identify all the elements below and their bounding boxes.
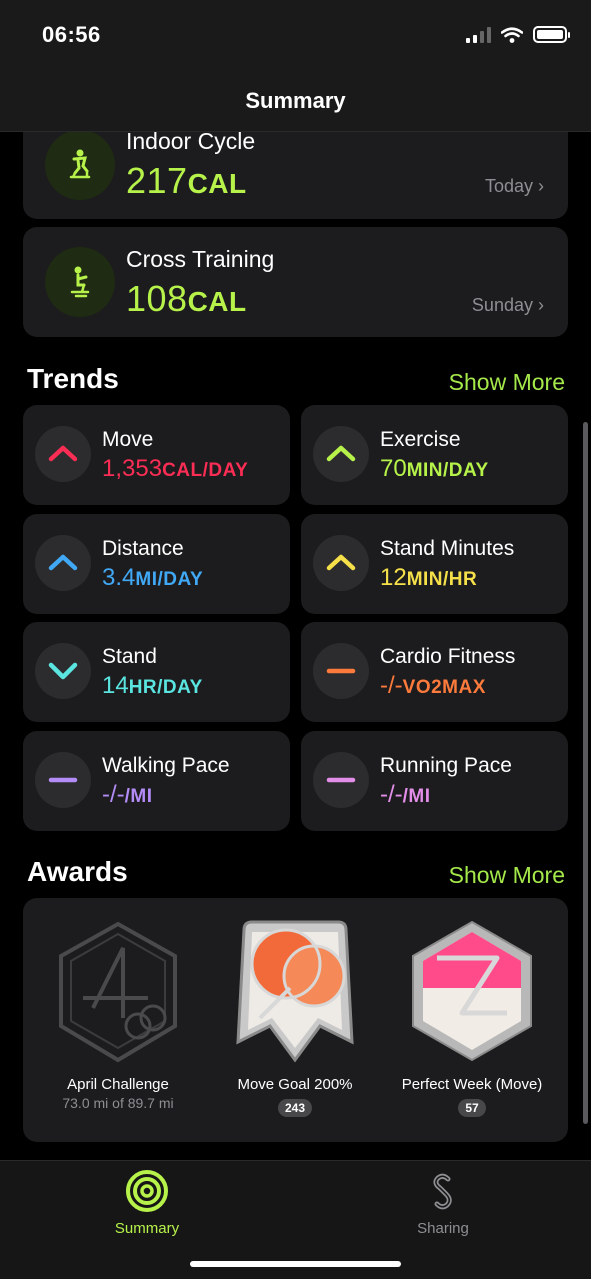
workout-calories-value: 108 — [126, 278, 188, 319]
trend-name: Exercise — [380, 428, 461, 451]
trend-value: 70MIN/DAY — [380, 455, 489, 483]
trend-name: Cardio Fitness — [380, 645, 516, 668]
workout-date: Sunday › — [472, 295, 544, 316]
summary-rings-icon — [126, 1170, 168, 1212]
award-name: Move Goal 200% — [237, 1076, 353, 1093]
workout-date: Today › — [485, 176, 544, 197]
workout-calories: 108CAL — [126, 278, 247, 320]
trend-value: 12MIN/HR — [380, 564, 477, 592]
trend-tile-walking-pace[interactable]: Walking Pace -/-/MI — [23, 731, 290, 831]
chevron-right-icon: › — [538, 176, 544, 196]
trends-show-more-link[interactable]: Show More — [449, 369, 565, 396]
trend-value: -/-VO2MAX — [380, 672, 486, 700]
trends-title: Trends — [27, 363, 119, 394]
trend-name: Distance — [102, 537, 184, 560]
battery-icon — [533, 26, 570, 43]
workout-card-indoor-cycle[interactable]: Indoor Cycle 217CAL Today › — [23, 118, 568, 219]
trend-value-number: 12 — [380, 564, 407, 591]
trend-name: Walking Pace — [102, 754, 230, 777]
trend-value: -/-/MI — [102, 781, 153, 809]
trend-tile-exercise[interactable]: Exercise 70MIN/DAY — [301, 405, 568, 505]
trend-value: 3.4MI/DAY — [102, 564, 203, 592]
trend-value-unit: CAL/DAY — [162, 460, 249, 481]
trend-value-number: 3.4 — [102, 564, 136, 591]
tab-label: Sharing — [417, 1220, 469, 1237]
workout-date-label: Today — [484, 176, 533, 196]
trend-tile-running-pace[interactable]: Running Pace -/-/MI — [301, 731, 568, 831]
trend-tile-distance[interactable]: Distance 3.4MI/DAY — [23, 514, 290, 614]
tab-summary[interactable]: Summary — [77, 1169, 217, 1237]
home-indicator[interactable] — [190, 1261, 401, 1267]
cellular-signal-icon — [466, 26, 491, 43]
workout-calories-unit: CAL — [187, 168, 247, 199]
workout-name: Indoor Cycle — [126, 128, 256, 154]
trend-value: 1,353CAL/DAY — [102, 455, 248, 483]
trend-value-number: 14 — [102, 672, 129, 699]
award-perfect-week-move[interactable]: Perfect Week (Move) 57 — [382, 918, 562, 1117]
awards-title: Awards — [27, 856, 128, 887]
dash-icon — [313, 643, 369, 699]
chevron-up-icon — [313, 535, 369, 591]
chevron-right-icon: › — [538, 295, 544, 315]
workout-name: Cross Training — [126, 246, 275, 272]
award-progress: 73.0 mi of 89.7 mi — [62, 1095, 174, 1111]
april-challenge-badge — [59, 921, 177, 1063]
awards-show-more-link[interactable]: Show More — [449, 862, 565, 889]
trend-tile-cardio-fitness[interactable]: Cardio Fitness -/-VO2MAX — [301, 622, 568, 722]
awards-card: April Challenge 73.0 mi of 89.7 mi Move … — [23, 898, 568, 1142]
workout-card-cross-training[interactable]: Cross Training 108CAL Sunday › — [23, 227, 568, 337]
workout-calories: 217CAL — [126, 160, 247, 202]
trend-value-number: 70 — [380, 455, 407, 482]
chevron-up-icon — [35, 535, 91, 591]
trend-value-number: 1,353 — [102, 455, 163, 482]
trend-tile-move[interactable]: Move 1,353CAL/DAY — [23, 405, 290, 505]
trend-value-number: -/- — [102, 781, 125, 808]
trend-name: Stand Minutes — [380, 537, 515, 560]
trend-value-number: -/- — [380, 672, 403, 699]
trend-value-unit: /MI — [124, 786, 153, 807]
award-move-goal-200[interactable]: Move Goal 200% 243 — [205, 918, 385, 1117]
trend-name: Stand — [102, 645, 157, 668]
trend-value-unit: MIN/HR — [406, 569, 478, 590]
trend-value: 14HR/DAY — [102, 672, 203, 700]
workout-date-label: Sunday — [471, 295, 533, 315]
scrollbar[interactable] — [583, 422, 588, 1124]
trend-value-unit: VO2MAX — [402, 677, 486, 698]
trend-value-number: -/- — [380, 781, 403, 808]
trend-tile-stand-minutes[interactable]: Stand Minutes 12MIN/HR — [301, 514, 568, 614]
tab-sharing[interactable]: Sharing — [373, 1169, 513, 1237]
award-name: April Challenge — [67, 1076, 169, 1093]
workout-calories-value: 217 — [126, 160, 188, 201]
trend-value-unit: MIN/DAY — [406, 460, 489, 481]
dash-icon — [313, 752, 369, 808]
dash-icon — [35, 752, 91, 808]
top-bar: 06:56 Summary — [0, 0, 591, 132]
award-name: Perfect Week (Move) — [401, 1076, 543, 1093]
status-icons — [466, 26, 570, 43]
chevron-up-icon — [35, 426, 91, 482]
award-count-badge: 57 — [458, 1099, 486, 1117]
award-april-challenge[interactable]: April Challenge 73.0 mi of 89.7 mi — [28, 918, 208, 1111]
workout-calories-unit: CAL — [187, 286, 247, 317]
indoor-cycle-icon — [45, 130, 115, 200]
trend-value-unit: /MI — [402, 786, 431, 807]
move-goal-200-badge — [236, 920, 354, 1063]
trend-value: -/-/MI — [380, 781, 431, 809]
tab-label: Summary — [114, 1220, 180, 1237]
perfect-week-move-badge — [412, 920, 532, 1062]
wifi-icon — [501, 26, 523, 43]
trend-value-unit: MI/DAY — [135, 569, 204, 590]
sharing-icon — [433, 1173, 452, 1210]
trend-tile-stand[interactable]: Stand 14HR/DAY — [23, 622, 290, 722]
trend-value-unit: HR/DAY — [128, 677, 203, 698]
award-count-badge: 243 — [277, 1099, 313, 1117]
trend-name: Move — [102, 428, 154, 451]
chevron-up-icon — [313, 426, 369, 482]
trend-name: Running Pace — [380, 754, 512, 777]
chevron-down-icon — [35, 643, 91, 699]
cross-training-icon — [45, 247, 115, 317]
page-title: Summary — [245, 88, 346, 113]
status-time: 06:56 — [42, 22, 101, 47]
